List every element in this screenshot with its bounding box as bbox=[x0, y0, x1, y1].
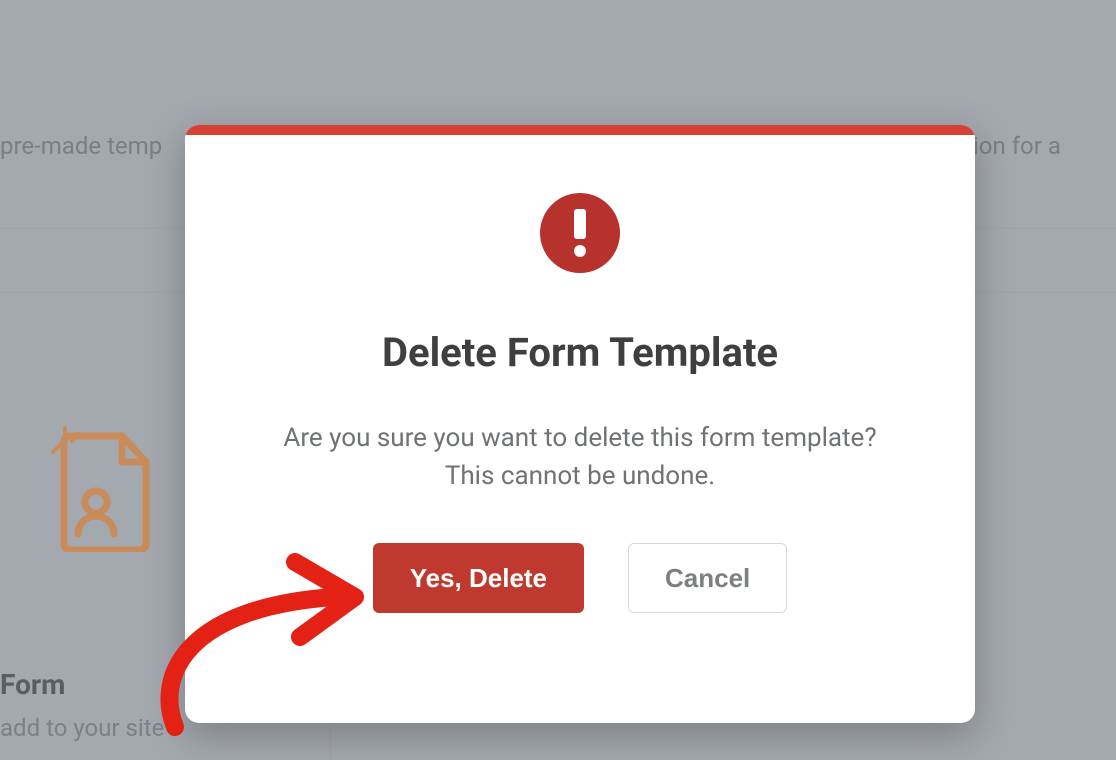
modal-accent-bar bbox=[185, 125, 975, 135]
alert-icon bbox=[540, 193, 620, 273]
confirm-delete-button[interactable]: Yes, Delete bbox=[373, 543, 584, 613]
delete-template-modal: Delete Form Template Are you sure you wa… bbox=[185, 125, 975, 723]
modal-overlay: Delete Form Template Are you sure you wa… bbox=[0, 0, 1116, 760]
modal-title: Delete Form Template bbox=[185, 329, 975, 376]
cancel-button[interactable]: Cancel bbox=[628, 543, 787, 613]
modal-button-row: Yes, Delete Cancel bbox=[185, 543, 975, 613]
modal-message: Are you sure you want to delete this for… bbox=[280, 420, 880, 495]
